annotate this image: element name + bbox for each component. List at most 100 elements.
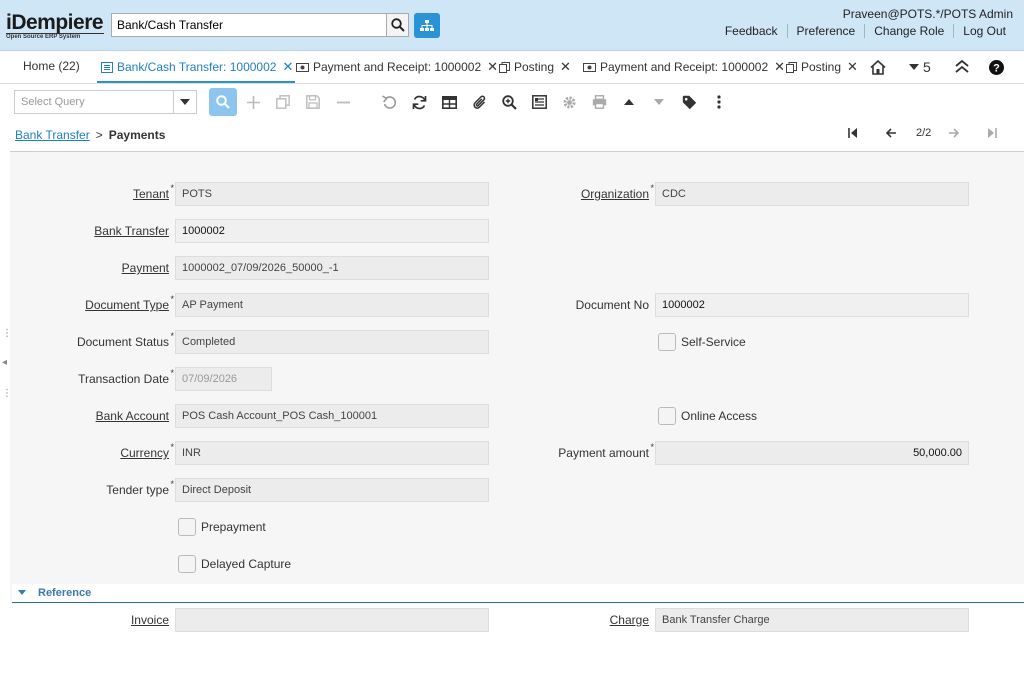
bank-account-field[interactable]: POS Cash Account_POS Cash_100001: [175, 404, 489, 428]
invoice-field[interactable]: [175, 608, 489, 632]
last-record-button[interactable]: [988, 128, 997, 141]
charge-field[interactable]: Bank Transfer Charge: [655, 608, 969, 632]
select-query-dropdown[interactable]: [174, 90, 197, 114]
next-record-button[interactable]: [949, 128, 960, 141]
undo-button[interactable]: [378, 91, 400, 113]
tab-posting-2[interactable]: Posting ✕: [786, 59, 858, 75]
bank-transfer-label[interactable]: Bank Transfer: [94, 224, 169, 238]
tab-bank-cash-transfer[interactable]: Bank/Cash Transfer: 1000002 ✕: [96, 59, 296, 83]
copy-record-button[interactable]: [272, 91, 294, 113]
organization-field[interactable]: CDC: [655, 182, 969, 206]
header-links: Feedback Preference Change Role Log Out: [716, 24, 1015, 38]
tab-posting-1[interactable]: Posting ✕: [499, 59, 571, 75]
parent-record-button[interactable]: [618, 91, 640, 113]
tenant-field[interactable]: POTS: [175, 182, 489, 206]
close-tab-icon[interactable]: ✕: [774, 59, 785, 75]
charge-label[interactable]: Charge: [610, 613, 649, 627]
feedback-link[interactable]: Feedback: [716, 24, 787, 38]
refresh-icon: [412, 95, 426, 109]
caret-down-icon: [654, 99, 664, 105]
collapse-header-button[interactable]: [955, 60, 969, 73]
toggle-grid-button[interactable]: [438, 91, 460, 113]
tender-type-field[interactable]: Direct Deposit: [175, 478, 489, 502]
idempiere-logo[interactable]: iDempiere Open Source ERP System: [6, 12, 108, 40]
bank-account-label[interactable]: Bank Account: [96, 409, 169, 423]
tab-home[interactable]: Home (22): [23, 59, 80, 73]
user-role-label[interactable]: Praveen@POTS.*/POTS Admin: [843, 7, 1013, 21]
copy-icon: [786, 61, 797, 73]
search-icon: [390, 18, 405, 32]
home-icon: [870, 60, 886, 75]
more-options-button[interactable]: [708, 91, 730, 113]
tenant-label[interactable]: Tenant *: [133, 183, 174, 201]
last-icon: [988, 128, 997, 138]
list-icon: [101, 61, 113, 73]
tab-payment-receipt-2[interactable]: Payment and Receipt: 1000002 ✕: [583, 59, 785, 75]
document-no-field[interactable]: 1000002: [655, 293, 969, 317]
print-button[interactable]: [588, 91, 610, 113]
global-search-input[interactable]: Bank/Cash Transfer: [111, 13, 387, 37]
select-query-input[interactable]: Select Query: [14, 90, 174, 114]
help-button[interactable]: ?: [989, 60, 1004, 75]
payment-field[interactable]: 1000002_07/09/2026_50000_-1: [175, 256, 489, 280]
close-tab-icon[interactable]: ✕: [282, 59, 293, 75]
breadcrumb-current: Payments: [108, 128, 166, 142]
refresh-button[interactable]: [408, 91, 430, 113]
previous-record-button[interactable]: [885, 128, 896, 141]
detail-record-button[interactable]: [648, 91, 670, 113]
document-type-field[interactable]: AP Payment: [175, 293, 489, 317]
document-type-label[interactable]: Document Type *: [85, 294, 174, 312]
document-status-field[interactable]: Completed: [175, 330, 489, 354]
quick-info-button[interactable]: [678, 91, 700, 113]
save-button[interactable]: [302, 91, 324, 113]
organization-label[interactable]: Organization *: [581, 183, 654, 201]
search-button[interactable]: [387, 13, 409, 37]
minus-icon: [336, 101, 350, 103]
arrow-right-icon: [949, 128, 960, 138]
delayed-capture-checkbox[interactable]: [178, 555, 196, 573]
invoice-label[interactable]: Invoice: [131, 613, 169, 627]
reference-section-header[interactable]: Reference: [12, 584, 1024, 603]
report-button[interactable]: [528, 91, 550, 113]
plus-icon: [246, 95, 260, 109]
payment-label[interactable]: Payment: [122, 261, 169, 275]
zoom-across-button[interactable]: [498, 91, 520, 113]
close-tab-icon[interactable]: ✕: [847, 59, 858, 75]
close-tab-icon[interactable]: ✕: [560, 59, 571, 75]
first-record-button[interactable]: [848, 128, 857, 141]
online-access-checkbox[interactable]: [658, 407, 676, 425]
payment-amount-field[interactable]: 50,000.00: [655, 441, 969, 465]
kebab-menu-icon: [717, 95, 721, 109]
attachment-button[interactable]: [468, 91, 490, 113]
new-record-button[interactable]: [242, 91, 264, 113]
caret-down-icon: [18, 590, 26, 595]
sitemap-icon: [420, 19, 434, 31]
bank-transfer-field[interactable]: 1000002: [175, 219, 489, 243]
breadcrumb-parent-link[interactable]: Bank Transfer: [15, 128, 90, 142]
tab-list-dropdown[interactable]: 5: [909, 59, 931, 75]
logout-link[interactable]: Log Out: [953, 24, 1015, 38]
change-role-link[interactable]: Change Role: [864, 24, 953, 38]
find-button[interactable]: [209, 88, 237, 116]
tab-payment-receipt-1[interactable]: Payment and Receipt: 1000002 ✕: [296, 59, 498, 75]
money-icon: [583, 62, 596, 72]
preference-link[interactable]: Preference: [786, 24, 865, 38]
arrow-left-icon: [885, 128, 896, 138]
self-service-checkbox[interactable]: [658, 333, 676, 351]
tag-icon: [682, 95, 696, 109]
process-button[interactable]: [558, 91, 580, 113]
menu-tree-button[interactable]: [414, 13, 440, 38]
record-position: 2/2: [916, 127, 932, 139]
prepayment-checkbox[interactable]: [178, 518, 196, 536]
delete-button[interactable]: [332, 91, 354, 113]
transaction-date-field[interactable]: 07/09/2026: [175, 367, 272, 391]
transaction-date-label: Transaction Date *: [78, 368, 174, 386]
close-tab-icon[interactable]: ✕: [487, 59, 498, 75]
home-button[interactable]: [870, 60, 886, 75]
currency-label[interactable]: Currency *: [120, 442, 174, 460]
window-tabbar: Home (22) Bank/Cash Transfer: 1000002 ✕ …: [0, 51, 1024, 84]
currency-field[interactable]: INR: [175, 441, 489, 465]
breadcrumb: Bank Transfer > Payments: [15, 128, 166, 142]
svg-text:?: ?: [993, 63, 1000, 75]
collapse-west-icon[interactable]: ◂: [2, 357, 7, 368]
